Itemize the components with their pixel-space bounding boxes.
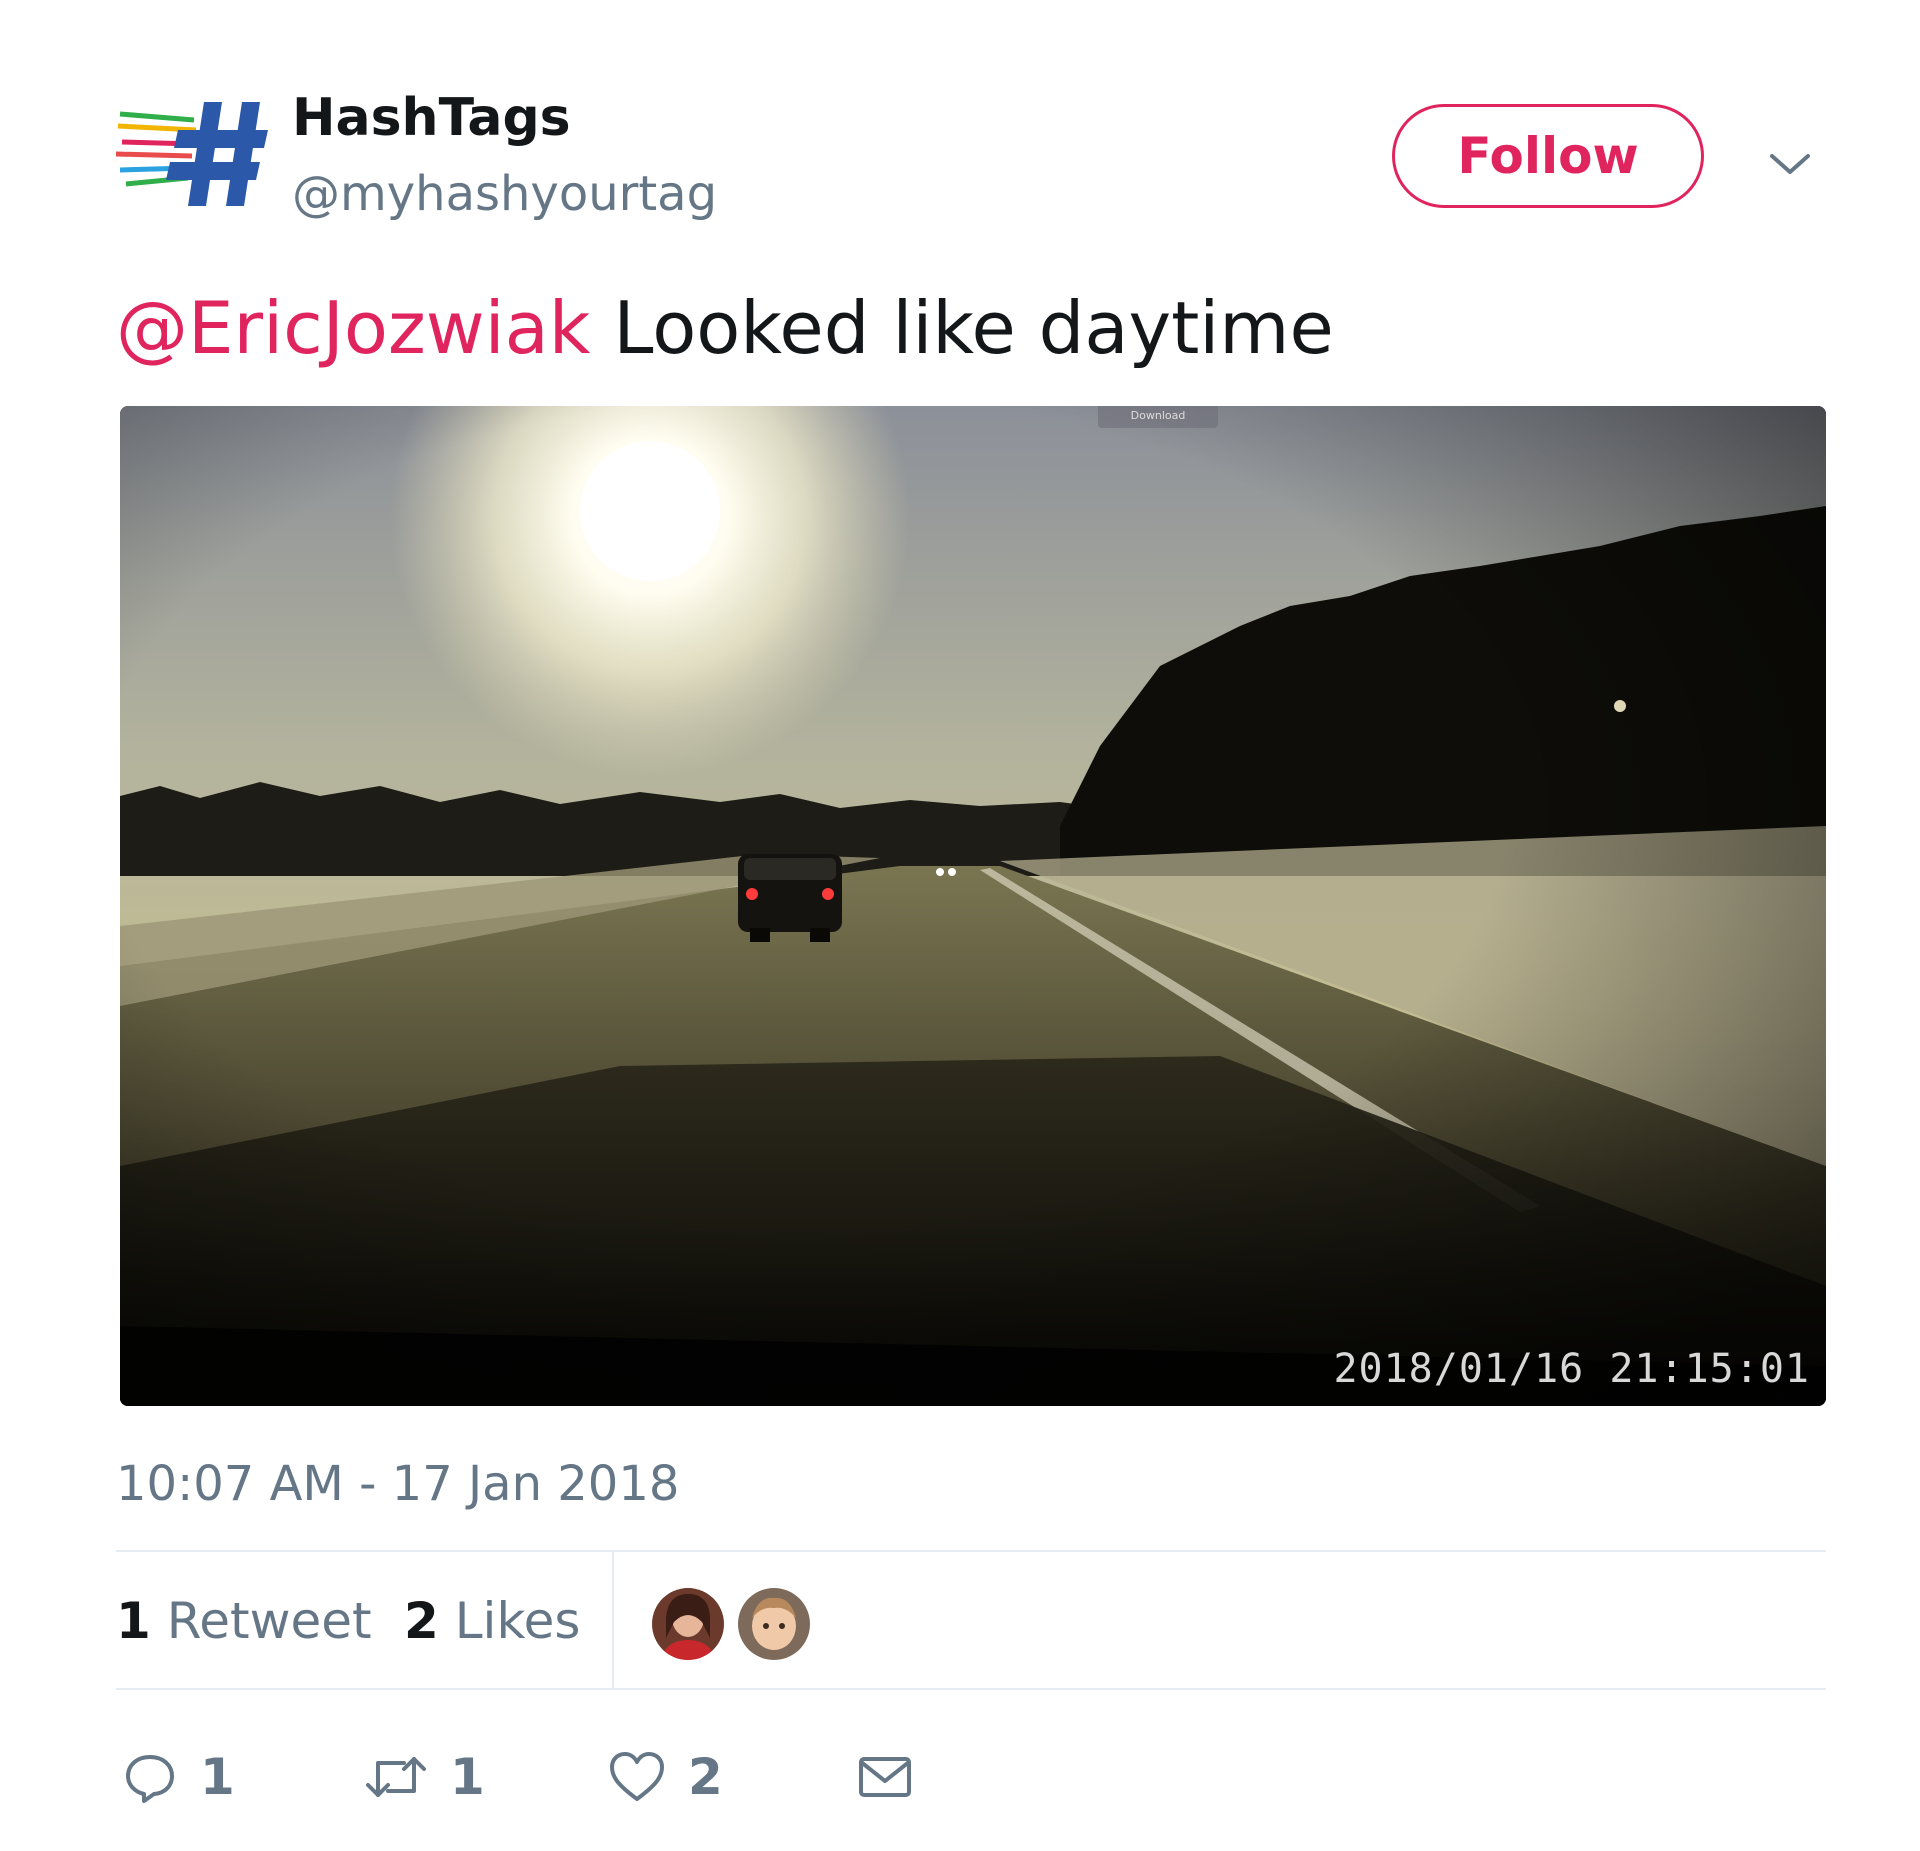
reply-count: 1 [200,1748,235,1806]
tweet-timestamp[interactable]: 10:07 AM - 17 Jan 2018 [116,1456,679,1512]
tweet-body: Looked like daytime [590,286,1334,370]
like-button[interactable]: 2 [608,1742,723,1812]
like-count: 2 [688,1748,723,1806]
retweet-icon [366,1757,426,1797]
avatar[interactable] [115,96,268,212]
reply-button[interactable]: 1 [122,1742,235,1812]
heart-icon [610,1752,664,1801]
follow-button[interactable]: Follow [1392,104,1704,208]
tweet-text: @EricJozwiak Looked like daytime [116,286,1334,370]
retweets-stat[interactable]: 1 Retweet [116,1592,372,1650]
retweet-count: 1 [450,1748,485,1806]
avatar-image [738,1588,810,1660]
stats-divider [612,1550,614,1690]
likes-count: 2 [404,1592,439,1650]
liker-avatar[interactable] [738,1588,810,1660]
avatar-image [652,1588,724,1660]
chevron-down-icon[interactable] [1766,140,1814,188]
likes-label: Likes [454,1592,581,1650]
display-name[interactable]: HashTags [292,88,571,148]
likes-stat[interactable]: 2 Likes [404,1592,580,1650]
tweet-media[interactable]: Download 2018/01/16 21:15:01 [120,406,1826,1406]
retweet-button[interactable]: 1 [364,1742,485,1812]
divider-bottom [116,1688,1826,1690]
direct-message-button[interactable] [856,1742,914,1812]
reply-icon [126,1755,174,1803]
liker-avatar[interactable] [652,1588,724,1660]
retweets-count: 1 [116,1592,151,1650]
download-tab[interactable]: Download [1098,406,1218,428]
dashcam-image [120,406,1826,1406]
video-timestamp-overlay: 2018/01/16 21:15:01 [1333,1346,1810,1392]
envelope-icon [859,1757,911,1797]
divider-top [116,1550,1826,1552]
user-handle[interactable]: @myhashyourtag [292,166,717,222]
retweets-label: Retweet [166,1592,372,1650]
mention-link[interactable]: @EricJozwiak [116,286,590,370]
hashtag-logo-icon [115,102,268,206]
